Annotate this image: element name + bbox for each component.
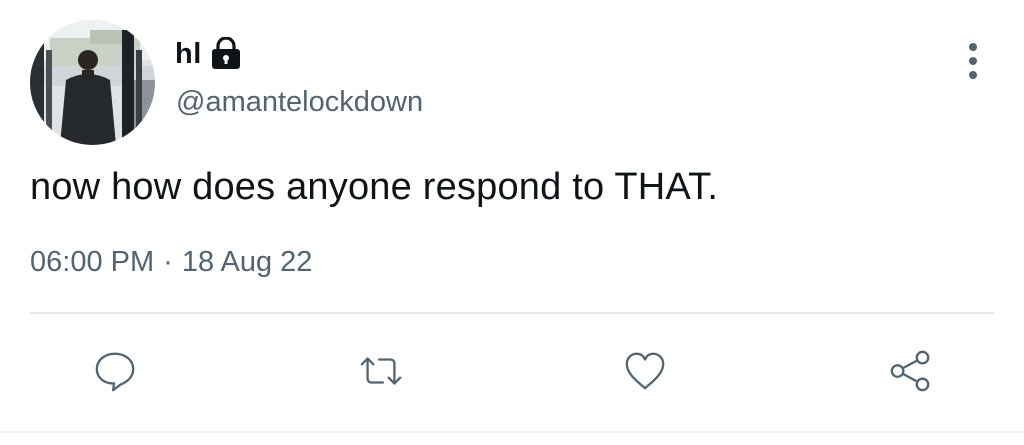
tweet-card: hl @amantelockdown now how does anyone r… <box>0 0 1024 445</box>
share-icon <box>890 350 930 392</box>
like-button[interactable] <box>620 346 670 396</box>
tweet-time: 06:00 PM <box>30 246 155 278</box>
display-name[interactable]: hl <box>175 38 202 71</box>
heart-icon <box>625 352 665 390</box>
reply-icon <box>95 352 135 392</box>
display-name-row: hl <box>175 36 244 72</box>
tweet-date: 18 Aug 22 <box>181 246 313 278</box>
lock-icon <box>208 36 244 71</box>
retweet-button[interactable] <box>356 346 406 396</box>
share-button[interactable] <box>886 346 936 396</box>
retweet-icon <box>360 357 402 385</box>
tweet-timestamp[interactable]: 06:00 PM · 18 Aug 22 <box>30 246 312 279</box>
user-handle[interactable]: @amantelockdown <box>176 86 423 119</box>
tweet-text: now how does anyone respond to THAT. <box>30 166 719 208</box>
more-vertical-icon[interactable] <box>955 40 991 84</box>
reply-button[interactable] <box>90 346 140 396</box>
meta-separator: · <box>163 246 173 278</box>
divider <box>30 312 994 314</box>
avatar[interactable] <box>30 20 155 145</box>
bottom-divider <box>0 431 1024 433</box>
